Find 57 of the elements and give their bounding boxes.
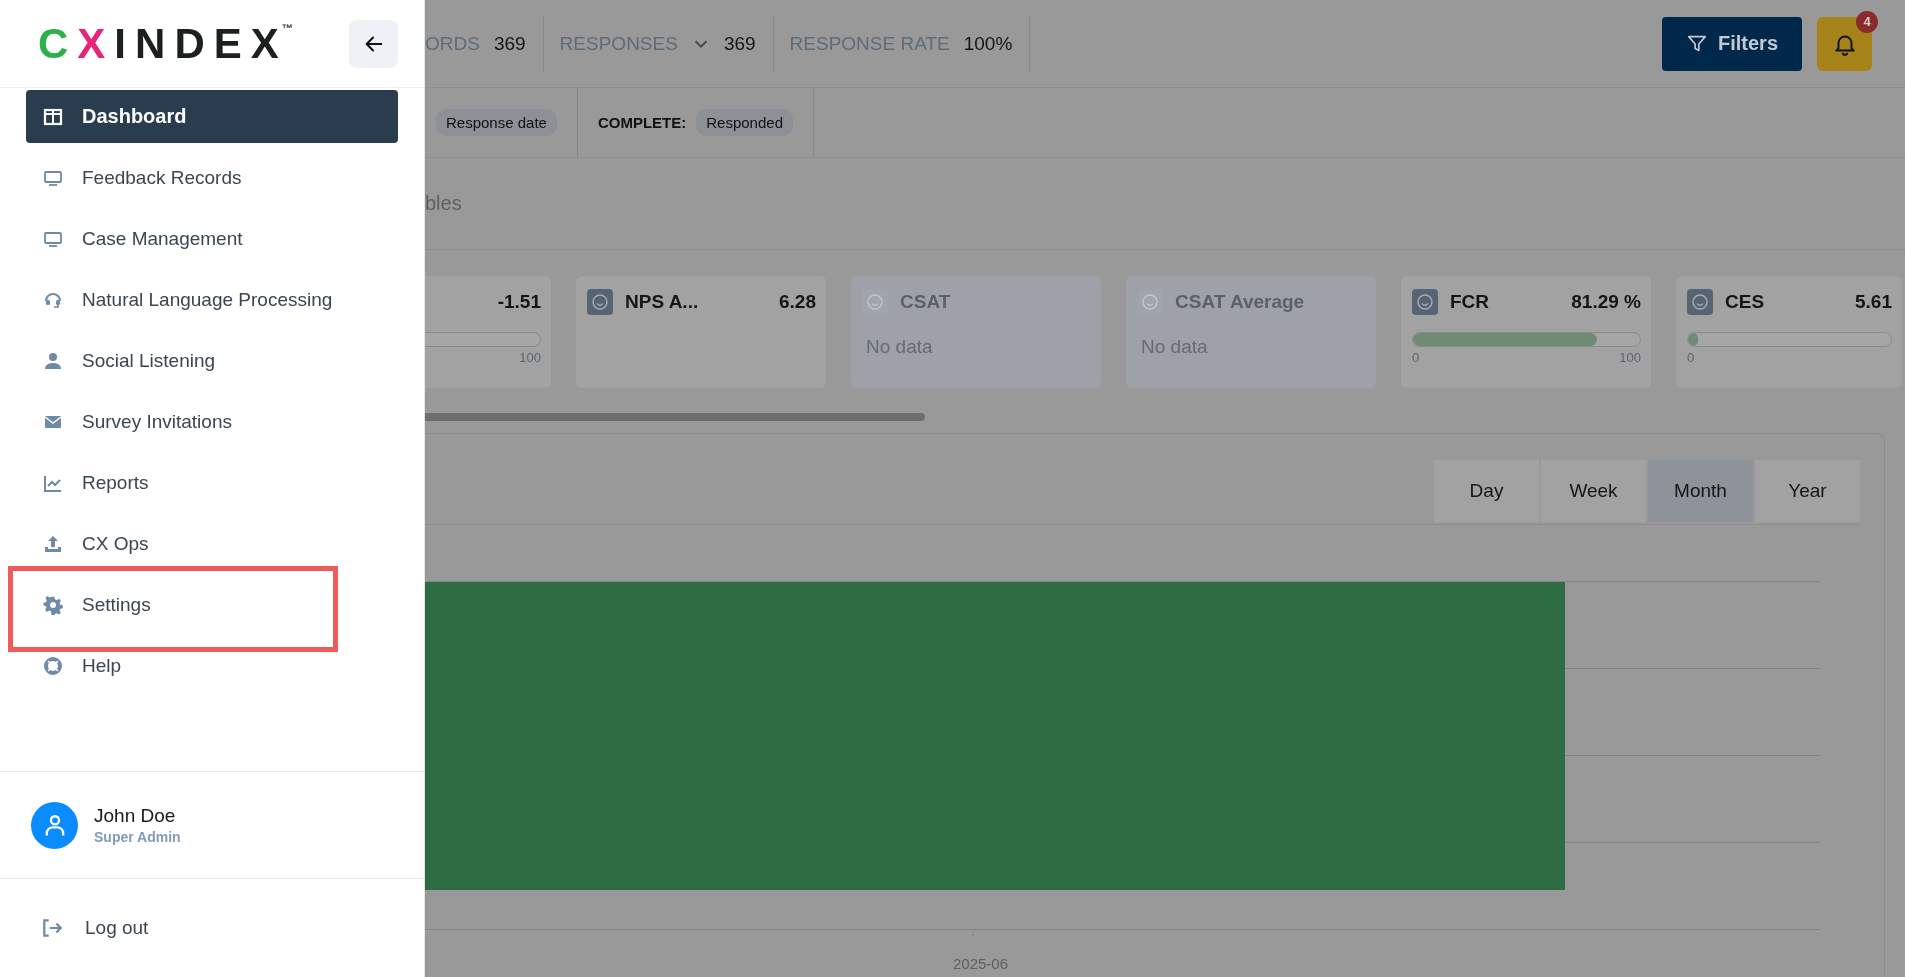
user-name: John Doe (94, 805, 177, 827)
sidebar-item[interactable]: Feedback Records (26, 151, 398, 204)
kpi-value: 6.28 (779, 291, 816, 313)
kpi-title: NPS A... (625, 291, 699, 313)
person-icon (43, 350, 63, 371)
kpi-title: CSAT Average (1175, 291, 1305, 313)
sidebar-item[interactable]: Case Management (26, 212, 398, 265)
user-avatar (31, 801, 78, 849)
stat-value: 100% (963, 32, 1013, 55)
stat-label: RESPONSE RATE (789, 32, 950, 55)
columns-icon (43, 106, 63, 127)
user-role: Super Admin (94, 829, 181, 845)
lifebuoy-icon (43, 655, 63, 676)
notification-count: 4 (1856, 10, 1878, 33)
smiley-icon (587, 289, 613, 315)
sidebar-item[interactable]: CX Ops (26, 517, 398, 570)
period-tab[interactable]: Day (1434, 460, 1539, 522)
kpi-value: -1.51 (497, 291, 541, 313)
scrollbar-thumb[interactable] (425, 413, 925, 421)
stat-label: ORDS (425, 32, 480, 55)
filters-button[interactable]: Filters (1662, 16, 1802, 71)
gauge-min-label: 0 (1412, 350, 1420, 365)
upload-icon (43, 533, 63, 554)
sidebar-item[interactable]: Settings (26, 578, 398, 631)
smiley-icon (1687, 289, 1713, 315)
stat-label: RESPONSES (559, 32, 678, 55)
smiley-icon (1412, 289, 1438, 315)
logout-icon (41, 917, 63, 939)
gauge-max-label: 100 (1619, 350, 1641, 365)
period-tab[interactable]: Week (1541, 460, 1646, 522)
filter-chip[interactable]: Response date (436, 109, 557, 136)
kpi-title: FCR (1450, 291, 1490, 313)
collapse-sidebar-button[interactable] (349, 19, 398, 68)
filter-chip[interactable]: Responded (696, 109, 793, 136)
stat-value: 369 (493, 32, 526, 55)
logout-link[interactable]: Log out (41, 917, 149, 939)
sidebar-item[interactable]: Reports (26, 456, 398, 509)
period-tab[interactable]: Month (1648, 460, 1753, 522)
kpi-title: CSAT (900, 291, 951, 313)
no-data-message: No data (1141, 336, 1209, 358)
gauge-max-label: 100 (519, 350, 541, 365)
period-tab[interactable]: Year (1755, 460, 1860, 522)
sidebar-item[interactable]: Help (26, 639, 398, 692)
sidebar-item[interactable]: Survey Invitations (26, 395, 398, 448)
kpi-value: 5.61 (1855, 291, 1892, 313)
notifications-button[interactable] (1817, 16, 1872, 71)
no-data-message: No data (866, 336, 934, 358)
x-axis-label: 2025-06 (953, 955, 1009, 972)
sidebar-item[interactable]: Dashboard (26, 90, 398, 143)
stat-value: 369 (723, 32, 756, 55)
kpi-value: 81.29 % (1571, 291, 1641, 313)
sidebar-item[interactable]: Natural Language Processing (26, 273, 398, 326)
gauge-min-label: 0 (1687, 350, 1695, 365)
kpi-title: CES (1725, 291, 1765, 313)
filter-label: COMPLETE: (597, 114, 687, 131)
sidebar-item[interactable]: Social Listening (26, 334, 398, 387)
settings-icon (43, 594, 63, 615)
